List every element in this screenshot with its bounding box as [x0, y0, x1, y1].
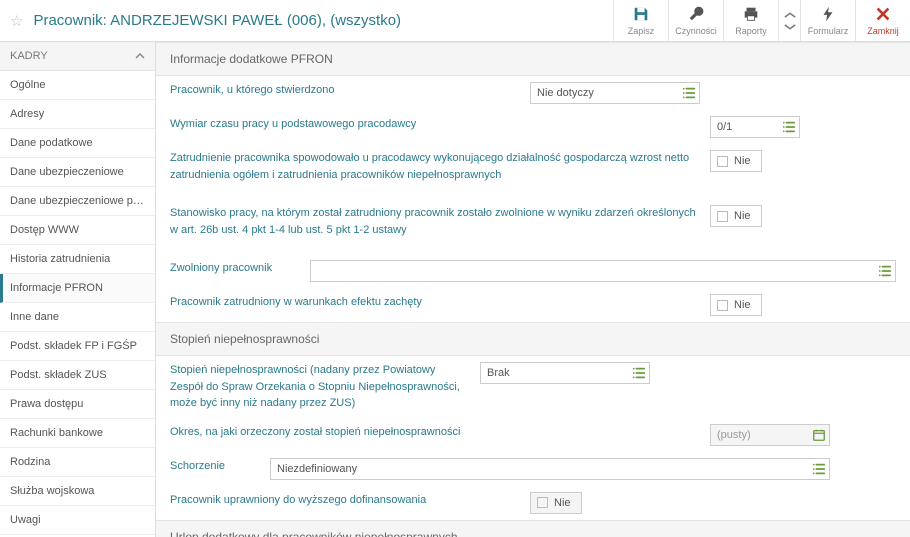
position-released-checkbox[interactable]: Nie — [710, 205, 762, 227]
sidebar-group-kadry[interactable]: KADRY — [0, 42, 155, 71]
higher-funding-checkbox: Nie — [530, 492, 582, 514]
actions-button[interactable]: Czynności — [668, 0, 723, 41]
list-icon — [878, 264, 892, 278]
list-icon — [782, 120, 796, 134]
sidebar-item[interactable]: Prawa dostępu — [0, 390, 155, 419]
disability-degree-input[interactable] — [480, 362, 650, 384]
detected-disability-select[interactable] — [530, 82, 700, 104]
incentive-effect-checkbox[interactable]: Nie — [710, 294, 762, 316]
favorite-star-icon[interactable]: ☆ — [0, 12, 33, 30]
sidebar-item[interactable]: Dane ubezpieczeniowe — [0, 158, 155, 187]
expand-toggle-button[interactable] — [778, 0, 800, 41]
sidebar-item[interactable]: Rodzina — [0, 448, 155, 477]
section-header-stopien: Stopień niepełnosprawności — [156, 322, 910, 356]
sidebar-item[interactable]: Rachunki bankowe — [0, 419, 155, 448]
sidebar-item[interactable]: Ogólne — [0, 71, 155, 100]
sidebar-item[interactable]: Inne dane — [0, 303, 155, 332]
net-growth-checkbox[interactable]: Nie — [710, 150, 762, 172]
disability-degree-select[interactable] — [480, 362, 650, 384]
printer-icon — [742, 5, 760, 23]
field-label: Okres, na jaki orzeczony został stopień … — [170, 424, 520, 441]
close-button[interactable]: Zamknij — [855, 0, 910, 41]
sidebar-item[interactable]: Dane podatkowe — [0, 129, 155, 158]
content: Informacje dodatkowe PFRON Pracownik, u … — [156, 42, 910, 537]
field-label: Schorzenie — [170, 458, 260, 475]
bolt-icon — [819, 5, 837, 23]
sidebar-item[interactable]: Podst. składek FP i FGŚP — [0, 332, 155, 361]
page-title: Pracownik: ANDRZEJEWSKI PAWEŁ (006), (ws… — [33, 12, 613, 29]
save-icon — [632, 5, 650, 23]
sidebar-item[interactable]: Dane ubezpieczeniowe pozos... — [0, 187, 155, 216]
field-label: Pracownik uprawniony do wyższego dofinan… — [170, 492, 520, 509]
dismissed-employee-input[interactable] — [310, 260, 896, 282]
ailment-input[interactable] — [270, 458, 830, 480]
save-button[interactable]: Zapisz — [613, 0, 668, 41]
reports-button[interactable]: Raporty — [723, 0, 778, 41]
detected-disability-input[interactable] — [530, 82, 700, 104]
sidebar-item[interactable]: Adresy — [0, 100, 155, 129]
wrench-icon — [687, 5, 705, 23]
field-label: Wymiar czasu pracy u podstawowego pracod… — [170, 116, 520, 133]
sidebar-item[interactable]: Uwagi — [0, 506, 155, 535]
section-header-pfron: Informacje dodatkowe PFRON — [156, 42, 910, 76]
field-label: Stanowisko pracy, na którym został zatru… — [170, 205, 700, 238]
list-icon — [812, 462, 826, 476]
field-label: Zatrudnienie pracownika spowodowało u pr… — [170, 150, 700, 183]
sidebar-item[interactable]: Służba wojskowa — [0, 477, 155, 506]
dismissed-employee-field[interactable] — [310, 260, 896, 282]
sidebar-item[interactable]: Informacje PFRON — [0, 274, 155, 303]
chevron-up-icon — [135, 51, 145, 61]
sidebar-item[interactable]: Podst. składek ZUS — [0, 361, 155, 390]
sidebar: KADRY OgólneAdresyDane podatkoweDane ube… — [0, 42, 156, 537]
toolbar: Zapisz Czynności Raporty Formularz Zamkn… — [613, 0, 910, 41]
header: ☆ Pracownik: ANDRZEJEWSKI PAWEŁ (006), (… — [0, 0, 910, 42]
list-icon — [632, 366, 646, 380]
field-label: Stopień niepełnosprawności (nadany przez… — [170, 362, 470, 412]
sidebar-item[interactable]: Historia zatrudnienia — [0, 245, 155, 274]
work-time-field[interactable] — [710, 116, 800, 138]
section-header-urlop: Urlop dodatkowy dla pracowników niepełno… — [156, 520, 910, 537]
field-label: Zwolniony pracownik — [170, 260, 300, 277]
form-button[interactable]: Formularz — [800, 0, 855, 41]
close-icon — [874, 5, 892, 23]
disability-period-field[interactable] — [710, 424, 830, 446]
list-icon — [682, 86, 696, 100]
field-label: Pracownik, u którego stwierdzono — [170, 82, 520, 99]
calendar-icon — [812, 428, 826, 442]
sidebar-item[interactable]: Dostęp WWW — [0, 216, 155, 245]
field-label: Pracownik zatrudniony w warunkach efektu… — [170, 294, 520, 311]
ailment-select[interactable] — [270, 458, 830, 480]
double-chevron-icon — [781, 12, 799, 30]
